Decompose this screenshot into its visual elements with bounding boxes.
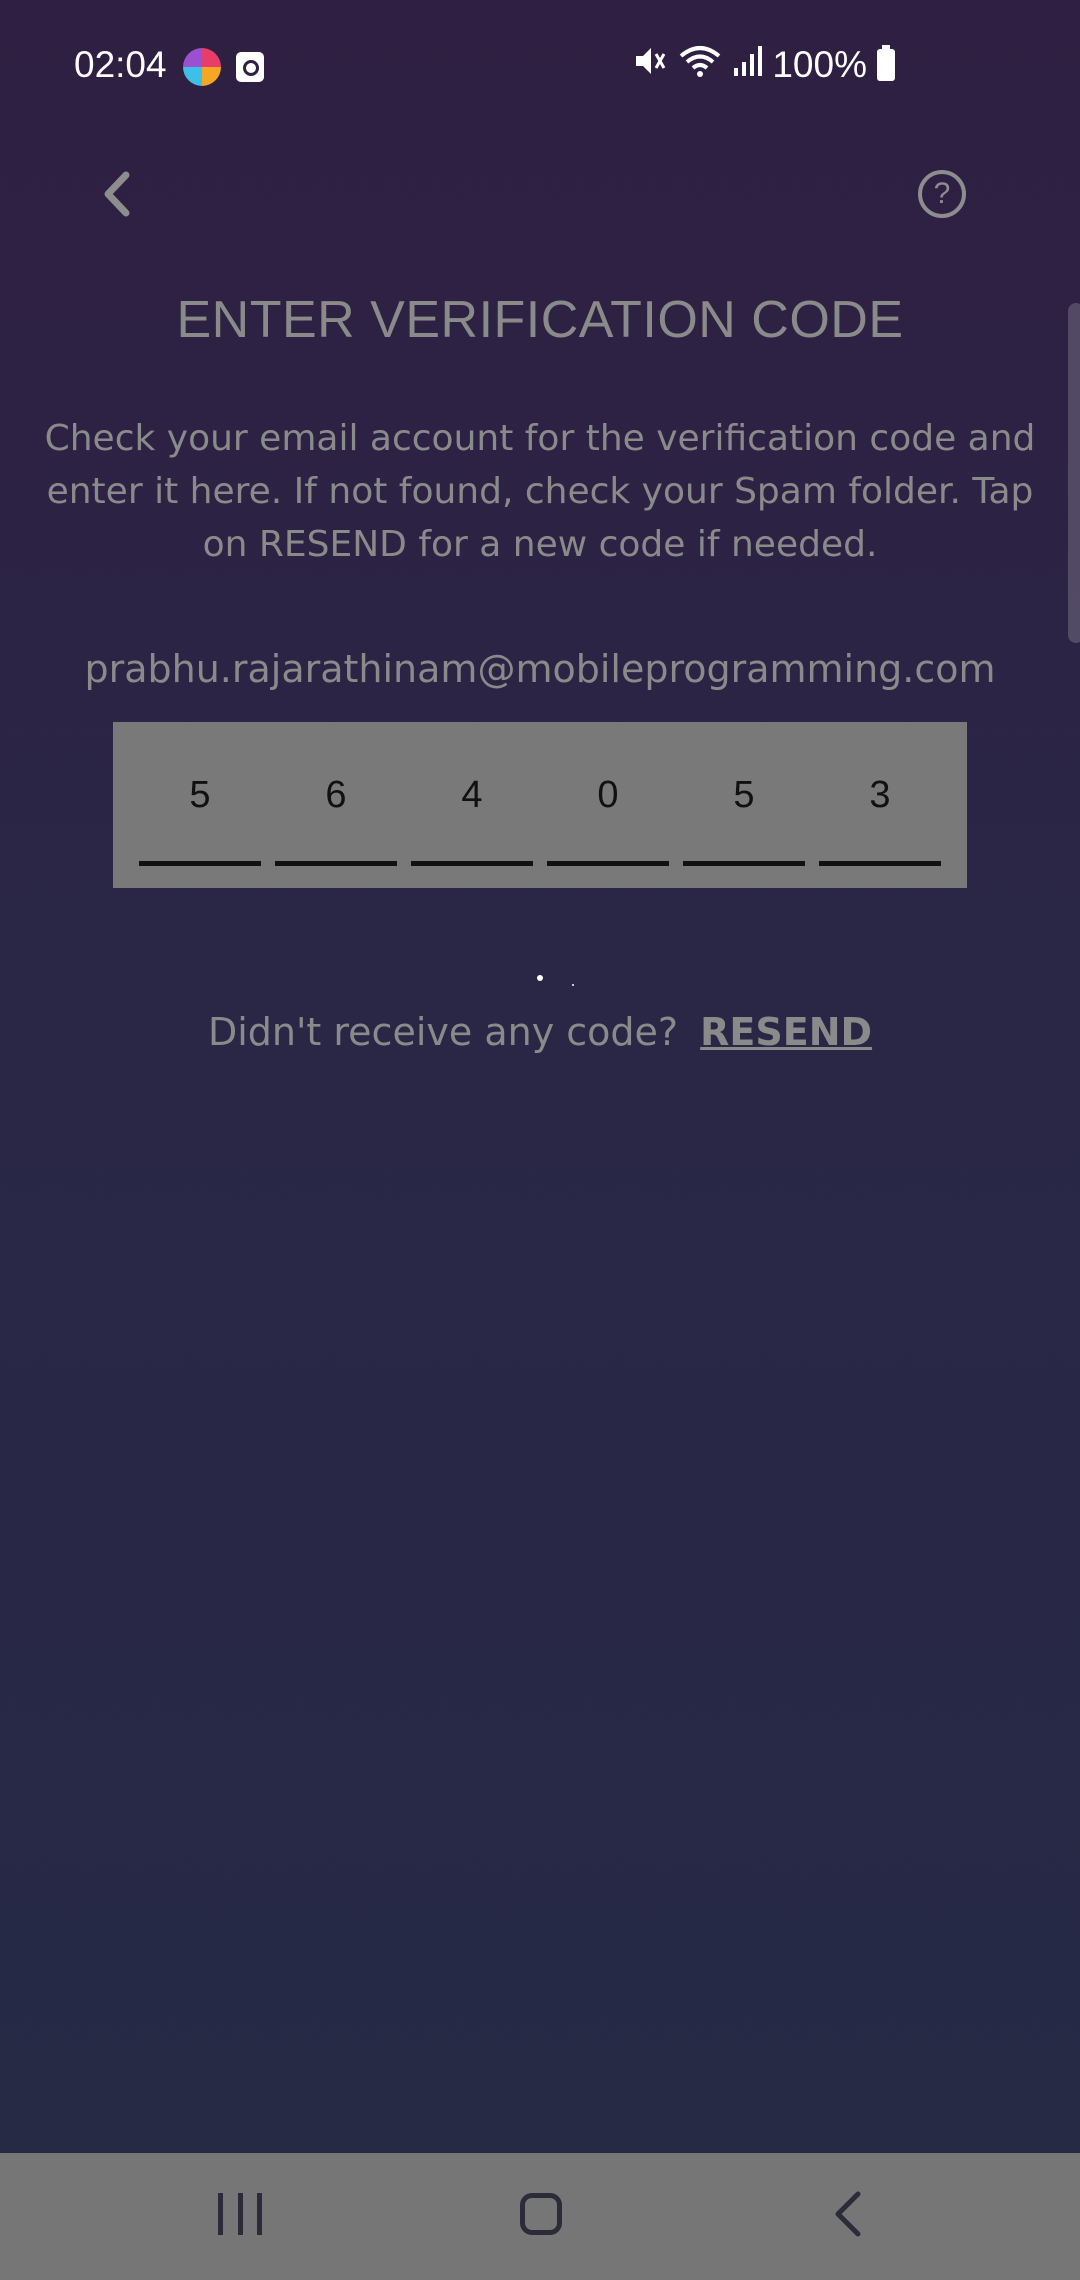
instructions-text: Check your email account for the verific… (44, 418, 1036, 565)
resend-link[interactable]: RESEND (700, 1010, 872, 1054)
code-digit-5[interactable]: 5 (683, 722, 805, 866)
clock-app-icon (236, 52, 264, 82)
code-digit-6[interactable]: 3 (819, 722, 941, 866)
mute-icon (632, 44, 668, 86)
code-digit-2[interactable]: 6 (275, 722, 397, 866)
code-digit-4[interactable]: 0 (547, 722, 669, 866)
system-nav-bar (0, 2153, 1080, 2280)
home-icon[interactable] (520, 2193, 562, 2235)
signal-icon (732, 44, 763, 86)
status-bar: 02:04 100% (0, 0, 1080, 130)
colorful-app-icon (183, 48, 221, 86)
loading-indicator-dot (572, 984, 574, 986)
status-indicators: 100% (632, 44, 895, 86)
chevron-left-icon (104, 171, 130, 217)
question-circle-icon: ? (933, 177, 951, 210)
help-button[interactable]: ? (918, 170, 966, 218)
code-digit-3[interactable]: 4 (411, 722, 533, 866)
back-button[interactable] (80, 158, 152, 230)
page-title: ENTER VERIFICATION CODE (176, 291, 904, 349)
battery-percent: 100% (772, 44, 867, 85)
wifi-icon (678, 44, 722, 86)
resend-row: Didn't receive any code? RESEND (0, 1010, 1080, 1054)
verification-code-input[interactable]: 5 6 4 0 5 3 (113, 722, 967, 888)
resend-prompt: Didn't receive any code? (207, 1010, 679, 1054)
back-icon[interactable] (826, 2189, 872, 2239)
battery-icon (877, 45, 895, 81)
recents-icon[interactable] (218, 2193, 262, 2235)
status-time: 02:04 (74, 44, 167, 85)
email-address: prabhu.rajarathinam@mobileprogramming.co… (84, 647, 996, 691)
loading-indicator-dot (537, 975, 543, 981)
code-digit-1[interactable]: 5 (139, 722, 261, 866)
scrollbar[interactable] (1068, 303, 1080, 643)
